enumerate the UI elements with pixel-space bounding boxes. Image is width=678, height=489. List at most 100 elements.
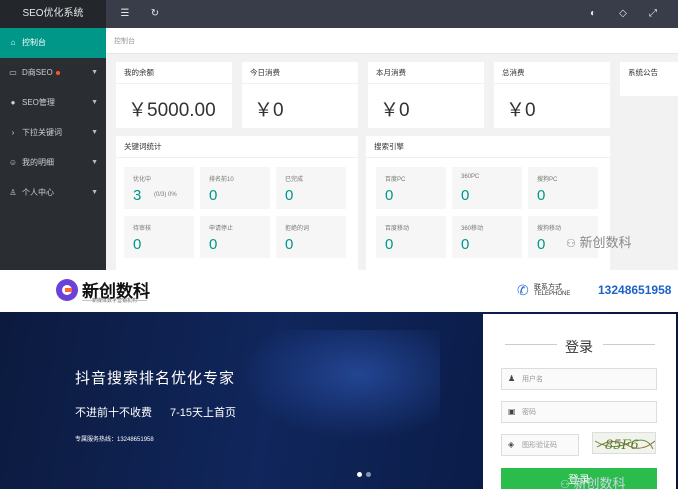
menu-toggle-icon[interactable]: ☰ xyxy=(116,0,134,28)
sidebar-item-dashboard[interactable]: ⌂ 控制台 xyxy=(0,28,106,58)
card-title: 我的余额 xyxy=(116,62,232,84)
username-field: ♟ xyxy=(501,368,657,390)
username-input[interactable] xyxy=(522,372,652,386)
card-title: 搜索引擎 xyxy=(366,136,610,158)
stat-value: 0 xyxy=(285,187,294,204)
divider xyxy=(505,344,557,345)
phone-icon: ✆ xyxy=(517,282,529,298)
card-title: 总消费 xyxy=(494,62,610,84)
theme-icon[interactable]: ◐ xyxy=(584,0,602,28)
page-root: SEO优化系统 ⌂ 控制台 ▭ D商SEO ▼ ● SEO管理 ▼ › 下拉关键… xyxy=(0,0,678,489)
contact-label-en: TELEPHONE xyxy=(534,291,571,297)
stat-label: 待审核 xyxy=(133,226,152,232)
stat-top10[interactable]: 排名前10 0 xyxy=(200,167,270,209)
captcha-noise: 85F6 xyxy=(594,438,656,453)
stat-label: 拒绝的词 xyxy=(285,226,310,232)
stat-value: 3 xyxy=(133,187,142,204)
breadcrumb-item[interactable]: 控制台 xyxy=(114,36,135,46)
sidebar-item-label: 我的明细 xyxy=(22,158,54,167)
wechat-icon: ⚇ xyxy=(560,479,570,489)
engine-360-mobile[interactable]: 360移动 0 xyxy=(452,216,522,258)
card-value: ￥5000.00 xyxy=(128,100,216,121)
stat-value: 0 xyxy=(385,236,394,253)
stat-stop-requested[interactable]: 申请停止 0 xyxy=(200,216,270,258)
stat-optimizing[interactable]: 优化中 3 (0/3) 0% xyxy=(124,167,194,209)
captcha-text: 85F6 xyxy=(605,438,639,453)
sidebar-item-profile[interactable]: ♙ 个人中心 ▼ xyxy=(0,178,106,208)
divider xyxy=(603,344,655,345)
captcha-input[interactable] xyxy=(522,438,576,452)
stat-rejected[interactable]: 拒绝的词 0 xyxy=(276,216,346,258)
stat-value: 0 xyxy=(285,236,294,253)
caret-down-icon: ▼ xyxy=(91,129,98,136)
stat-value: 0 xyxy=(461,236,470,253)
stat-value: 0 xyxy=(385,187,394,204)
card-title: 本月消费 xyxy=(368,62,484,84)
stat-value: 0 xyxy=(209,236,218,253)
engine-baidu-pc[interactable]: 百度PC 0 xyxy=(376,167,446,209)
new-dot-badge xyxy=(55,70,60,75)
caret-down-icon: ▼ xyxy=(91,99,98,106)
caret-down-icon: ▼ xyxy=(91,69,98,76)
carousel-dot-active[interactable] xyxy=(357,472,362,477)
password-field: ▣ xyxy=(501,401,657,423)
sidebar-item-label: 个人中心 xyxy=(22,188,54,197)
stat-label: 申请停止 xyxy=(209,226,234,232)
caret-down-icon: ▼ xyxy=(91,189,98,196)
admin-dashboard: SEO优化系统 ⌂ 控制台 ▭ D商SEO ▼ ● SEO管理 ▼ › 下拉关键… xyxy=(0,0,678,270)
stat-value: 0 xyxy=(537,187,546,204)
stat-value: 0 xyxy=(461,187,470,204)
card-title: 系统公告 xyxy=(628,68,658,77)
captcha-field: ◈ xyxy=(501,434,579,456)
smile-icon: ☺ xyxy=(8,158,18,167)
card-value: ￥0 xyxy=(380,100,410,121)
stat-label: 百度移动 xyxy=(385,226,410,232)
stat-pending[interactable]: 待审核 0 xyxy=(124,216,194,258)
sidebar-item-label: SEO管理 xyxy=(22,98,55,107)
carousel-dot[interactable] xyxy=(366,472,371,477)
arrow-right-icon: › xyxy=(11,128,15,137)
breadcrumb: 控制台 xyxy=(106,28,678,54)
stat-value: 0 xyxy=(209,187,218,204)
brand-tagline: ——新媒体数字营销机构—— xyxy=(82,298,148,304)
refresh-icon[interactable]: ↻ xyxy=(146,0,164,28)
user-icon: ♟ xyxy=(508,374,516,383)
stat-label: 已完成 xyxy=(285,177,304,183)
sidebar-item-seo-management[interactable]: ● SEO管理 ▼ xyxy=(0,88,106,118)
captcha-image[interactable]: 85F6 xyxy=(592,432,656,454)
circle-icon: ● xyxy=(10,98,16,107)
stat-label: 排名前10 xyxy=(209,177,234,183)
card-value: ￥0 xyxy=(506,100,536,121)
monitor-icon: ▭ xyxy=(9,68,17,77)
stat-completed[interactable]: 已完成 0 xyxy=(276,167,346,209)
stat-label: 搜狗PC xyxy=(537,177,558,183)
stat-label: 360PC xyxy=(461,174,480,180)
banner-title: 抖音搜索排名优化专家 xyxy=(75,370,236,387)
stat-value: 0 xyxy=(133,236,142,253)
card-title: 今日消费 xyxy=(242,62,358,84)
password-input[interactable] xyxy=(522,405,652,419)
stat-extra: (0/3) 0% xyxy=(154,192,177,198)
banner-timeframe: 7-15天上首页 xyxy=(170,407,237,419)
banner-promise: 不进前十不收费 xyxy=(75,407,152,419)
card-title: 关键词统计 xyxy=(116,136,358,158)
tag-icon[interactable]: ◇ xyxy=(614,0,632,28)
caret-down-icon: ▼ xyxy=(91,159,98,166)
engine-baidu-mobile[interactable]: 百度移动 0 xyxy=(376,216,446,258)
phone-number: 13248651958 xyxy=(598,283,672,297)
engine-sogou-pc[interactable]: 搜狗PC 0 xyxy=(528,167,598,209)
sidebar-item-dropdown-keywords[interactable]: › 下拉关键词 ▼ xyxy=(0,118,106,148)
user-icon: ♙ xyxy=(9,188,17,197)
today-spend-card: 今日消费 ￥0 xyxy=(242,62,358,128)
stat-label: 百度PC xyxy=(385,177,406,183)
sidebar-item-label: 控制台 xyxy=(22,38,46,47)
fullscreen-icon[interactable]: ⤢ xyxy=(644,0,662,28)
sidebar-item-my-details[interactable]: ☺ 我的明细 ▼ xyxy=(0,148,106,178)
sidebar-item-label: D商SEO xyxy=(22,68,53,77)
banner-glow xyxy=(240,330,440,440)
engine-360-pc[interactable]: 360PC 0 xyxy=(452,167,522,209)
stat-value: 0 xyxy=(537,236,546,253)
stat-label: 优化中 xyxy=(133,177,152,183)
sidebar-item-dseo[interactable]: ▭ D商SEO ▼ xyxy=(0,58,106,88)
lock-icon: ▣ xyxy=(508,407,516,416)
